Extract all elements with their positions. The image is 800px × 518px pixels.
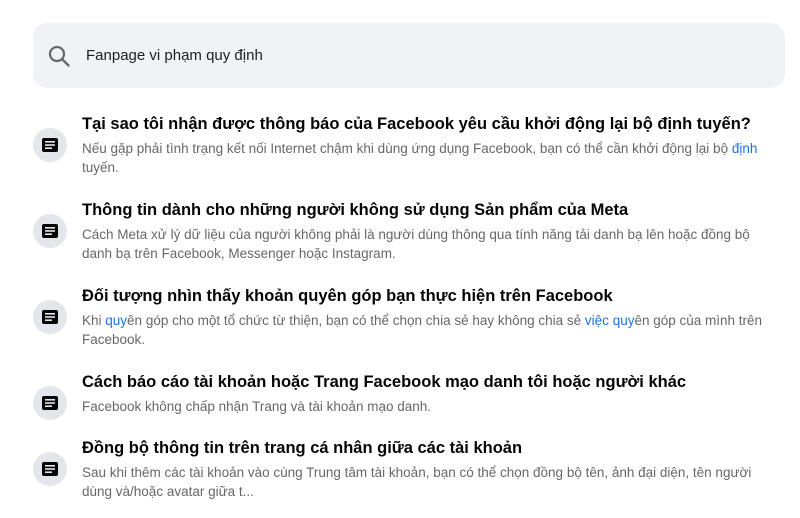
result-snippet: Nếu gặp phải tình trạng kết nối Internet… <box>82 141 758 175</box>
search-result[interactable]: Đối tượng nhìn thấy khoản quyên góp bạn … <box>33 280 785 366</box>
article-icon <box>33 300 67 334</box>
article-icon <box>33 452 67 486</box>
result-snippet: Facebook không chấp nhận Trang và tài kh… <box>82 399 431 414</box>
search-result[interactable]: Tại sao tôi nhận được thông báo của Face… <box>33 108 785 194</box>
search-input[interactable] <box>86 47 726 64</box>
search-results-list: Tại sao tôi nhận được thông báo của Face… <box>33 108 785 518</box>
search-bar[interactable] <box>33 23 785 88</box>
article-icon <box>33 386 67 420</box>
result-title[interactable]: Cách báo cáo tài khoản hoặc Trang Facebo… <box>82 371 782 393</box>
article-icon <box>33 128 67 162</box>
result-title[interactable]: Đối tượng nhìn thấy khoản quyên góp bạn … <box>82 285 782 307</box>
search-icon <box>48 45 70 67</box>
result-snippet: Sau khi thêm các tài khoản vào cùng Trun… <box>82 465 752 499</box>
search-result[interactable]: Cách báo cáo tài khoản hoặc Trang Facebo… <box>33 366 785 432</box>
result-snippet: Cách Meta xử lý dữ liệu của người không … <box>82 227 750 261</box>
search-result[interactable]: Đồng bộ thông tin trên trang cá nhân giữ… <box>33 432 785 518</box>
result-title[interactable]: Tại sao tôi nhận được thông báo của Face… <box>82 113 782 135</box>
result-title[interactable]: Đồng bộ thông tin trên trang cá nhân giữ… <box>82 437 782 459</box>
result-title[interactable]: Thông tin dành cho những người không sử … <box>82 199 782 221</box>
article-icon <box>33 214 67 248</box>
search-result[interactable]: Thông tin dành cho những người không sử … <box>33 194 785 280</box>
result-snippet: Khi quyên góp cho một tổ chức từ thiện, … <box>82 313 763 347</box>
